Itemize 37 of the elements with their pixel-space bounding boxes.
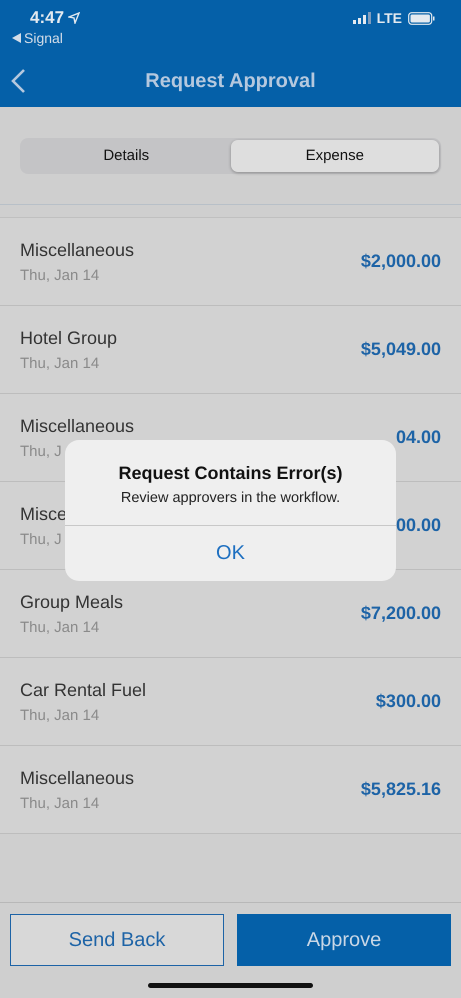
expense-amount: 00.00 bbox=[396, 515, 441, 536]
expense-date: Thu, Jan 14 bbox=[20, 706, 100, 724]
network-label: LTE bbox=[376, 10, 402, 26]
expense-amount: $5,049.00 bbox=[360, 339, 441, 360]
expense-name: Miscellaneous bbox=[20, 416, 134, 436]
expense-name: Hotel Group bbox=[20, 328, 118, 348]
expense-name: Miscellaneous bbox=[20, 768, 134, 788]
expense-date: Thu, Jan 14 bbox=[20, 794, 100, 812]
segment-tab[interactable]: Details bbox=[22, 140, 230, 172]
send-back-button[interactable]: Send Back bbox=[10, 914, 224, 966]
expense-date: Thu, J bbox=[20, 530, 63, 548]
expense-date: Thu, Jan 14 bbox=[20, 266, 100, 284]
expense-date: Thu, J bbox=[20, 442, 63, 460]
back-triangle-icon[interactable] bbox=[12, 33, 21, 43]
expense-name: Car Rental Fuel bbox=[20, 680, 146, 700]
approve-button[interactable]: Approve bbox=[237, 914, 451, 966]
screen-title: Request Approval bbox=[145, 70, 316, 93]
expense-date: Thu, Jan 14 bbox=[20, 354, 100, 372]
expense-amount: $300.00 bbox=[376, 691, 441, 712]
expense-name: Miscellaneous bbox=[20, 240, 134, 260]
expense-amount: 04.00 bbox=[396, 427, 441, 448]
back-chevron-icon[interactable] bbox=[10, 68, 26, 94]
expense-name: Misce bbox=[20, 504, 68, 524]
signal-icon bbox=[352, 12, 371, 24]
expense-amount: $7,200.00 bbox=[360, 603, 441, 624]
clock-time: 4:47 bbox=[30, 8, 64, 28]
segment-tab[interactable]: Expense bbox=[230, 140, 439, 172]
alert-message: Review approvers in the workflow. bbox=[120, 490, 342, 506]
location-arrow-icon bbox=[68, 12, 80, 24]
expense-name: Group Meals bbox=[20, 592, 124, 612]
expense-amount: $2,000.00 bbox=[360, 251, 441, 272]
expense-amount: $5,825.16 bbox=[360, 779, 441, 800]
alert-title: Request Contains Error(s) bbox=[117, 463, 344, 484]
back-app-link[interactable]: Signal bbox=[24, 30, 63, 46]
expense-date: Thu, Jan 14 bbox=[20, 618, 100, 636]
ok-button[interactable]: OK bbox=[65, 526, 396, 581]
battery-icon bbox=[408, 12, 435, 24]
